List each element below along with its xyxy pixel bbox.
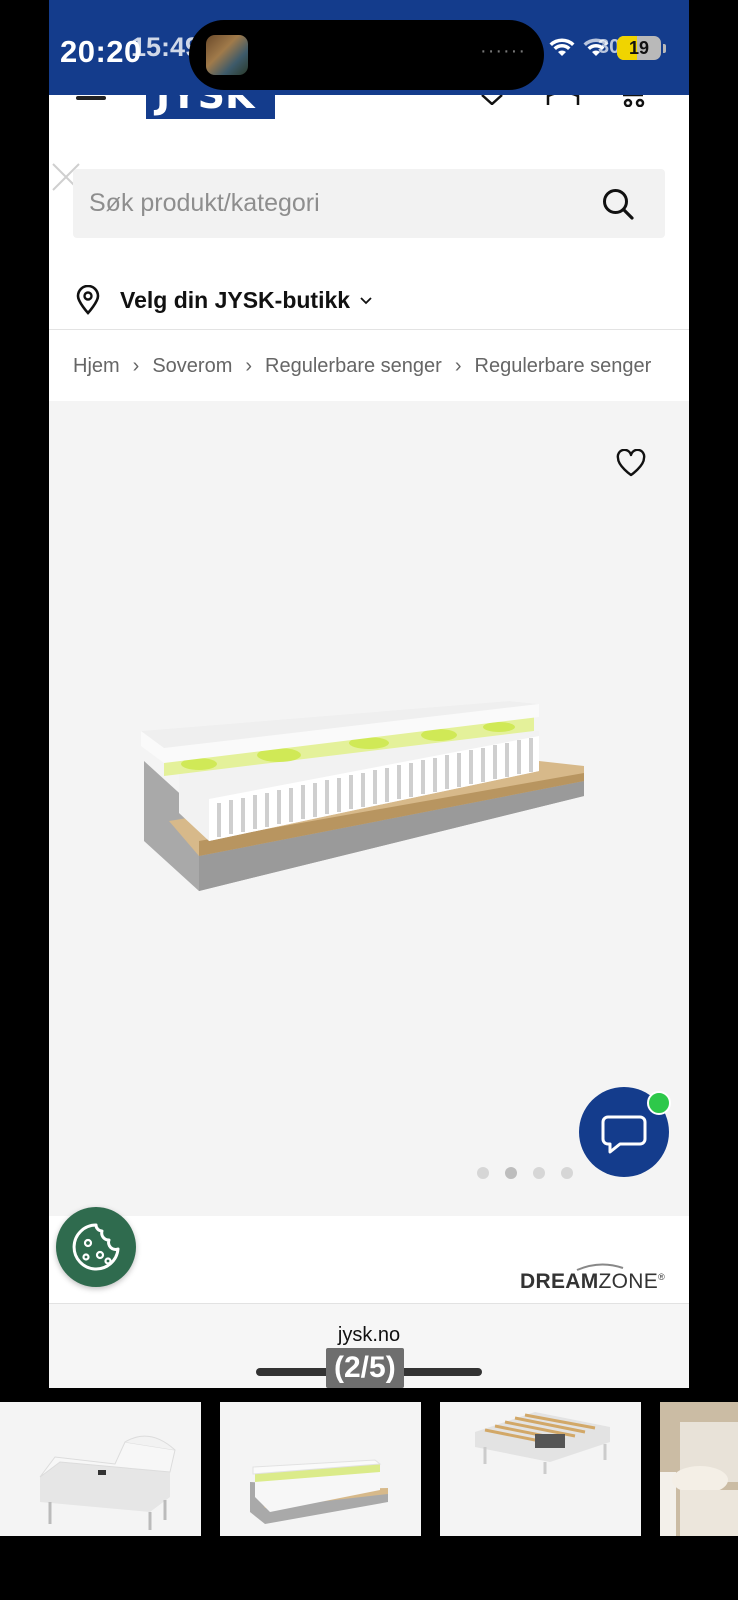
logo-text: JYSK <box>156 95 255 117</box>
gallery-dot[interactable] <box>533 1167 545 1179</box>
status-time: 20:20 <box>60 34 142 69</box>
chevron-right-icon: › <box>245 354 253 377</box>
gallery-dot[interactable] <box>561 1167 573 1179</box>
wifi-icon-ghost <box>583 38 609 56</box>
gallery-dot[interactable] <box>477 1167 489 1179</box>
brand-logo[interactable]: DREAMZONE® <box>520 1262 665 1294</box>
battery-level: 19 <box>628 38 650 58</box>
breadcrumb-soverom[interactable]: Soverom <box>152 355 232 378</box>
heart-icon[interactable] <box>616 449 646 477</box>
status-bar: 15:49 20:20 ······ 30 19 <box>49 0 689 95</box>
gallery-dot-active[interactable] <box>505 1167 517 1179</box>
breadcrumb-hjem[interactable]: Hjem <box>73 355 120 378</box>
url-text[interactable]: jysk.no <box>49 1324 689 1347</box>
breadcrumb-regulerbare-senger-current[interactable]: Regulerbare senger <box>475 355 652 378</box>
cookie-settings-button[interactable] <box>56 1207 136 1287</box>
phone-screen: 15:49 20:20 ······ 30 19 JYSK Søk produk… <box>49 0 689 1388</box>
mattress-product-image <box>141 701 584 891</box>
thumbnail-strip[interactable] <box>0 1402 738 1536</box>
thumbnail-adjustable-bed[interactable] <box>0 1402 201 1536</box>
store-selector[interactable]: Velg din JYSK-butikk <box>75 280 373 320</box>
brand-name: DREAMZONE® <box>520 1270 665 1293</box>
gallery-pagination[interactable] <box>477 1167 573 1179</box>
thumbnail-mattress[interactable] <box>220 1402 421 1536</box>
cookie-icon <box>72 1223 120 1271</box>
search-input[interactable] <box>89 169 569 238</box>
menu-icon[interactable] <box>76 96 106 100</box>
thumbnail-bed-frame[interactable] <box>440 1402 641 1536</box>
chevron-right-icon: › <box>454 354 462 377</box>
store-label: Velg din JYSK-butikk <box>120 286 351 313</box>
cart-icon[interactable] <box>621 93 647 107</box>
media-thumbnail <box>206 35 248 75</box>
island-dots: ······ <box>480 40 526 62</box>
chevron-down-icon <box>360 297 372 305</box>
divider <box>49 329 689 330</box>
dynamic-island[interactable]: ······ <box>189 20 544 90</box>
system-icons: 19 <box>549 36 666 60</box>
chevron-right-icon: › <box>132 354 140 377</box>
thumbnail-bedroom[interactable] <box>660 1402 738 1536</box>
jysk-logo[interactable]: JYSK <box>146 95 275 119</box>
search-bar[interactable] <box>73 169 665 238</box>
image-counter: (2/5) <box>326 1348 404 1388</box>
breadcrumb-regulerbare-senger[interactable]: Regulerbare senger <box>265 355 442 378</box>
location-pin-icon <box>76 285 100 315</box>
battery-icon: 19 <box>617 36 661 60</box>
online-status-badge <box>647 1091 671 1115</box>
breadcrumb: Hjem › Soverom › Regulerbare senger › Re… <box>73 350 689 382</box>
browser-url-bar[interactable]: jysk.no (2/5) <box>49 1303 689 1388</box>
search-icon[interactable] <box>601 187 635 221</box>
wifi-icon <box>549 38 575 56</box>
